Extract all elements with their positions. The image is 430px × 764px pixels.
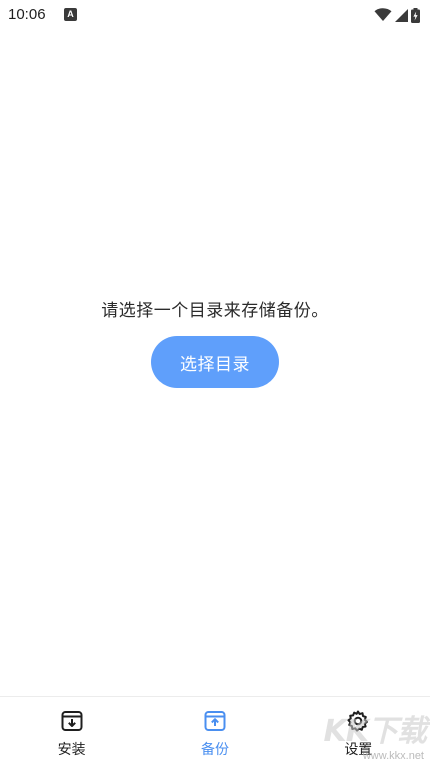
status-time: 10:06 — [8, 6, 46, 23]
cellular-signal-icon — [395, 8, 408, 22]
backup-icon — [203, 709, 227, 733]
status-indicators — [374, 6, 420, 24]
select-directory-prompt: 请选择一个目录来存储备份。 — [101, 301, 329, 321]
wifi-icon — [374, 8, 392, 21]
nav-item-settings[interactable]: 设置 — [287, 697, 430, 764]
nav-item-install[interactable]: 安装 — [0, 697, 143, 764]
notification-app-icon: A — [64, 8, 77, 21]
nav-label-backup: 备份 — [200, 742, 229, 758]
app-screen: 10:06 A 请选择一个目录来存储备份。 选择目录 安装 备份 设置 KK下载… — [0, 0, 430, 764]
gear-icon — [346, 709, 370, 733]
select-directory-button[interactable]: 选择目录 — [151, 336, 279, 388]
battery-charging-icon — [411, 7, 420, 23]
nav-label-settings: 设置 — [344, 742, 373, 758]
backup-content: 请选择一个目录来存储备份。 选择目录 — [0, 30, 430, 696]
nav-item-backup[interactable]: 备份 — [143, 697, 286, 764]
status-bar: 10:06 A — [0, 0, 430, 30]
install-icon — [60, 709, 84, 733]
bottom-navigation: 安装 备份 设置 — [0, 696, 430, 764]
nav-label-install: 安装 — [57, 742, 86, 758]
